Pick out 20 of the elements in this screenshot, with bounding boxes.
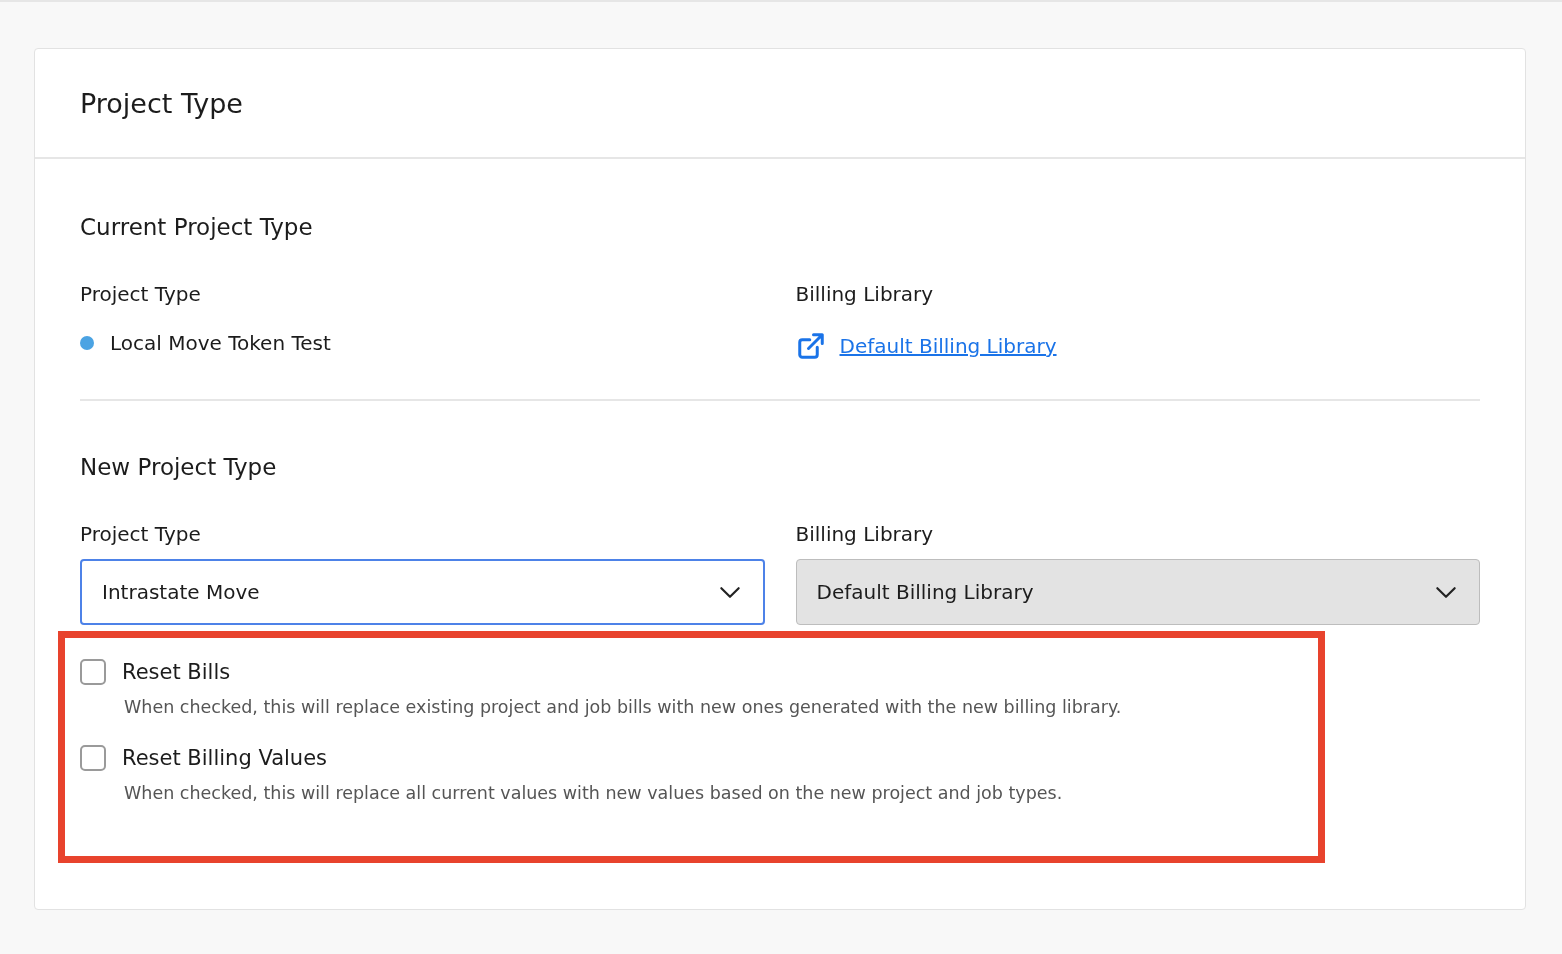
card-title: Project Type [80,87,243,119]
section-heading: Current Project Type [80,213,314,242]
checkbox[interactable] [80,659,106,685]
checkbox[interactable] [80,745,106,771]
status-dot-icon [80,336,94,350]
chevron-down-icon [1435,585,1457,599]
option-description: When checked, this will replace all current values with new values based on the new project and job types. [124,783,1064,803]
billing-library-link[interactable]: Default Billing Library [839,334,1057,358]
select-field[interactable]: Intrastate Move [80,559,765,625]
field-label: Billing Library [795,521,935,548]
checkbox-label: Reset Bills [122,660,231,684]
field-label: Project Type [80,281,202,308]
project-type-value: Local Move Token Test [110,331,331,355]
option-description: When checked, this will replace existing project and job bills with new ones generated with the new billing library. [124,697,1123,717]
chevron-down-icon [718,585,741,599]
checkbox-label: Reset Billing Values [122,746,327,770]
section-heading: New Project Type [80,453,278,482]
external-link-icon [795,331,826,361]
field-label: Project Type [80,521,202,548]
field-label: Billing Library [795,281,935,308]
